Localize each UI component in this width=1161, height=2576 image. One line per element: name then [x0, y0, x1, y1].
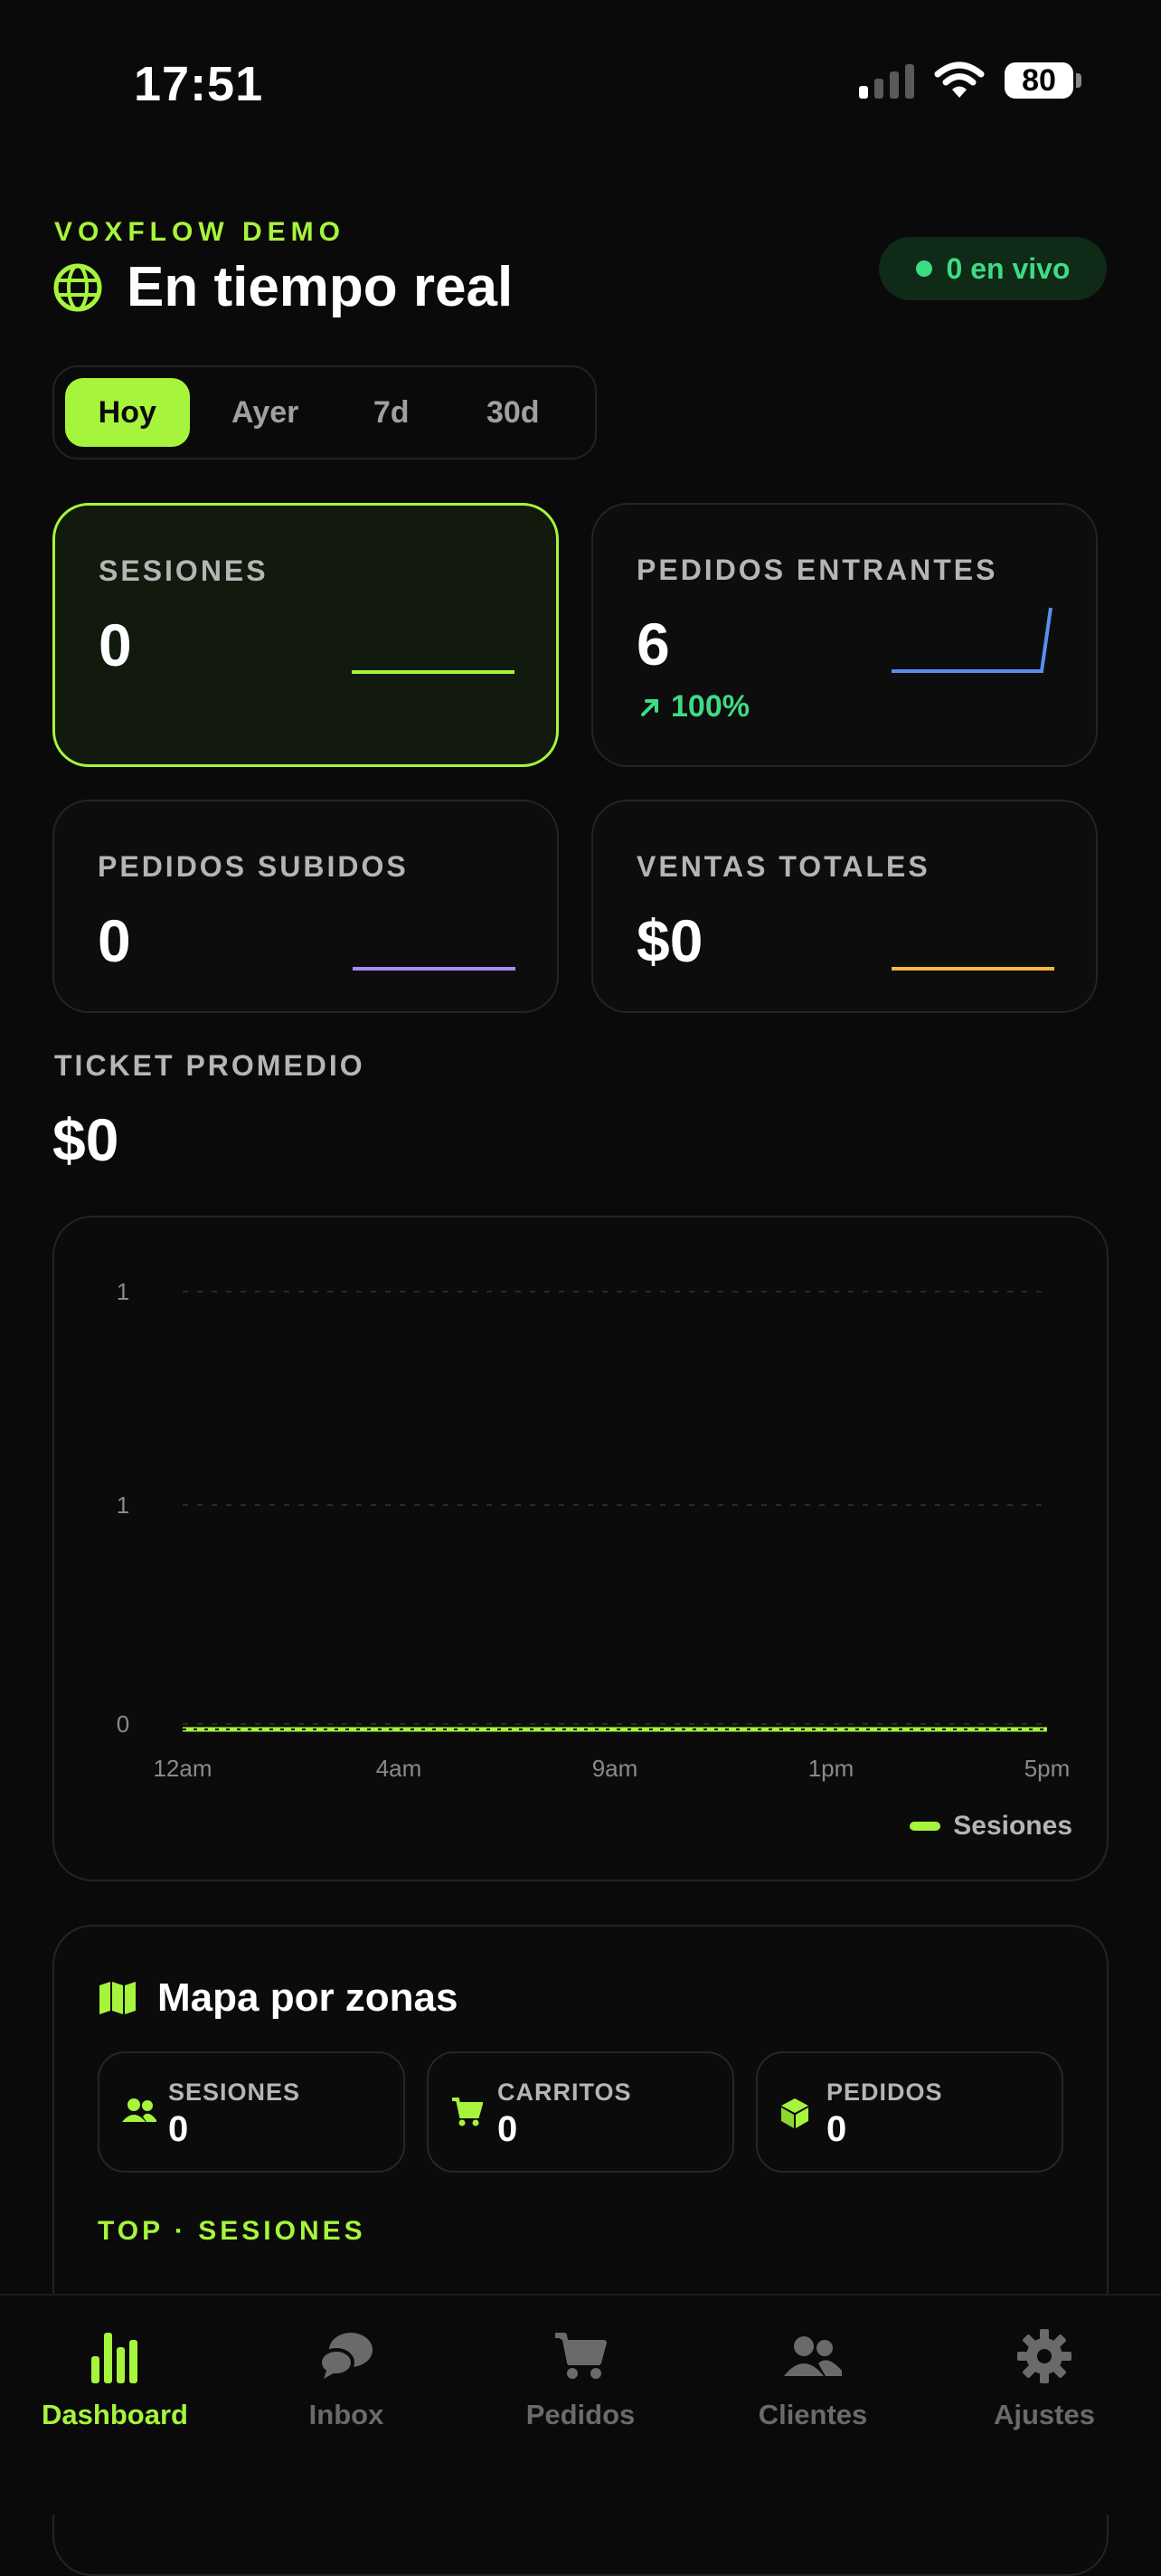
map-stat-carritos[interactable]: CARRITOS 0 — [427, 2051, 734, 2173]
tab-clientes[interactable]: Clientes — [709, 2323, 917, 2431]
map-stat-value: 0 — [826, 2109, 847, 2149]
legend-label: Sesiones — [953, 1811, 1072, 1841]
x-tick-label: 12am — [153, 1755, 212, 1782]
metric-value: $0 — [637, 907, 703, 974]
sparkline — [892, 607, 1052, 673]
bar-chart-icon — [91, 2333, 137, 2383]
map-stat-pedidos[interactable]: PEDIDOS 0 — [756, 2051, 1063, 2173]
metric-label: PEDIDOS SUBIDOS — [98, 850, 409, 883]
metric-label: PEDIDOS ENTRANTES — [637, 554, 998, 586]
tab-dashboard[interactable]: Dashboard — [11, 2323, 219, 2431]
tab-label: Ajustes — [994, 2399, 1095, 2430]
range-tab-7d[interactable]: 7d — [341, 378, 442, 447]
sparkline — [352, 670, 514, 674]
cart-icon — [452, 2098, 483, 2126]
status-icons: 80 — [859, 62, 1081, 99]
tab-label: Pedidos — [525, 2399, 636, 2430]
sparkline — [353, 967, 515, 971]
sparkline — [892, 967, 1054, 971]
metric-delta: 100% — [638, 689, 750, 724]
range-selector: Hoy Ayer 7d 30d — [52, 365, 597, 459]
metric-card-sesiones[interactable]: SESIONES 0 — [52, 503, 559, 767]
tab-inbox[interactable]: Inbox — [242, 2323, 450, 2431]
ticket-value: $0 — [52, 1106, 119, 1173]
metric-card-pedidos-entrantes[interactable]: PEDIDOS ENTRANTES 6 100% — [591, 503, 1098, 767]
y-tick-label: 1 — [117, 1492, 129, 1519]
battery-icon: 80 — [1005, 62, 1081, 99]
chat-icon — [318, 2333, 373, 2379]
y-tick-label: 0 — [117, 1710, 129, 1738]
status-time: 17:51 — [134, 57, 264, 111]
live-badge[interactable]: 0 en vivo — [879, 237, 1107, 300]
page-title: En tiempo real — [127, 256, 514, 318]
metric-value: 6 — [637, 611, 670, 677]
map-header: Mapa por zonas — [98, 1975, 458, 2021]
cart-icon — [555, 2333, 607, 2379]
gear-icon — [1017, 2329, 1071, 2383]
box-icon — [781, 2098, 808, 2128]
wifi-icon — [934, 62, 985, 98]
range-tab-30d[interactable]: 30d — [442, 378, 584, 447]
tab-bar: Dashboard Inbox Pedidos Clientes Ajustes — [0, 2294, 1161, 2514]
metric-card-pedidos-subidos[interactable]: PEDIDOS SUBIDOS 0 — [52, 800, 559, 1013]
metric-delta-value: 100% — [671, 689, 750, 724]
tab-label: Clientes — [758, 2399, 868, 2430]
map-icon — [99, 1982, 136, 2014]
page-header: En tiempo real — [52, 255, 513, 319]
map-stat-label: SESIONES — [168, 2079, 301, 2106]
tab-label: Dashboard — [42, 2399, 188, 2430]
globe-icon — [53, 263, 102, 311]
metric-label: SESIONES — [99, 554, 269, 587]
metric-label: VENTAS TOTALES — [637, 850, 930, 883]
ticket-label: TICKET PROMEDIO — [54, 1049, 365, 1082]
tab-label: Inbox — [308, 2399, 384, 2430]
map-stat-label: PEDIDOS — [826, 2079, 943, 2106]
range-tab-hoy[interactable]: Hoy — [65, 378, 190, 447]
users-icon — [784, 2336, 842, 2376]
x-tick-label: 4am — [376, 1755, 422, 1782]
metric-value: 0 — [98, 907, 131, 974]
map-stat-sesiones[interactable]: SESIONES 0 — [98, 2051, 405, 2173]
x-tick-label: 1pm — [808, 1755, 854, 1782]
live-dot-icon — [915, 260, 932, 277]
battery-level: 80 — [1005, 62, 1073, 99]
map-title: Mapa por zonas — [157, 1975, 458, 2020]
tab-pedidos[interactable]: Pedidos — [477, 2323, 684, 2431]
live-label: 0 en vivo — [946, 251, 1071, 285]
users-icon — [122, 2098, 156, 2122]
tab-ajustes[interactable]: Ajustes — [940, 2323, 1148, 2431]
sessions-chart-card: 1 1 0 12am 4am 9am 1pm 5pm Sesiones — [52, 1216, 1109, 1881]
legend-swatch — [910, 1822, 941, 1831]
chart-legend[interactable]: Sesiones — [910, 1811, 1072, 1842]
map-stat-value: 0 — [168, 2109, 189, 2149]
sessions-chart: 1 1 0 12am 4am 9am 1pm 5pm — [117, 1278, 1071, 1782]
map-stat-label: CARRITOS — [497, 2079, 632, 2106]
signal-icon — [859, 62, 914, 99]
x-tick-label: 5pm — [1024, 1755, 1071, 1782]
brand-label: VOXFLOW DEMO — [54, 217, 345, 247]
y-tick-label: 1 — [117, 1278, 129, 1305]
map-stat-value: 0 — [497, 2109, 518, 2149]
metric-card-ventas-totales[interactable]: VENTAS TOTALES $0 — [591, 800, 1098, 1013]
arrow-up-right-icon — [641, 698, 658, 716]
range-tab-ayer[interactable]: Ayer — [190, 378, 341, 447]
top-sessions-label: TOP · SESIONES — [98, 2216, 366, 2246]
metric-value: 0 — [99, 611, 132, 678]
x-tick-label: 9am — [592, 1755, 638, 1782]
